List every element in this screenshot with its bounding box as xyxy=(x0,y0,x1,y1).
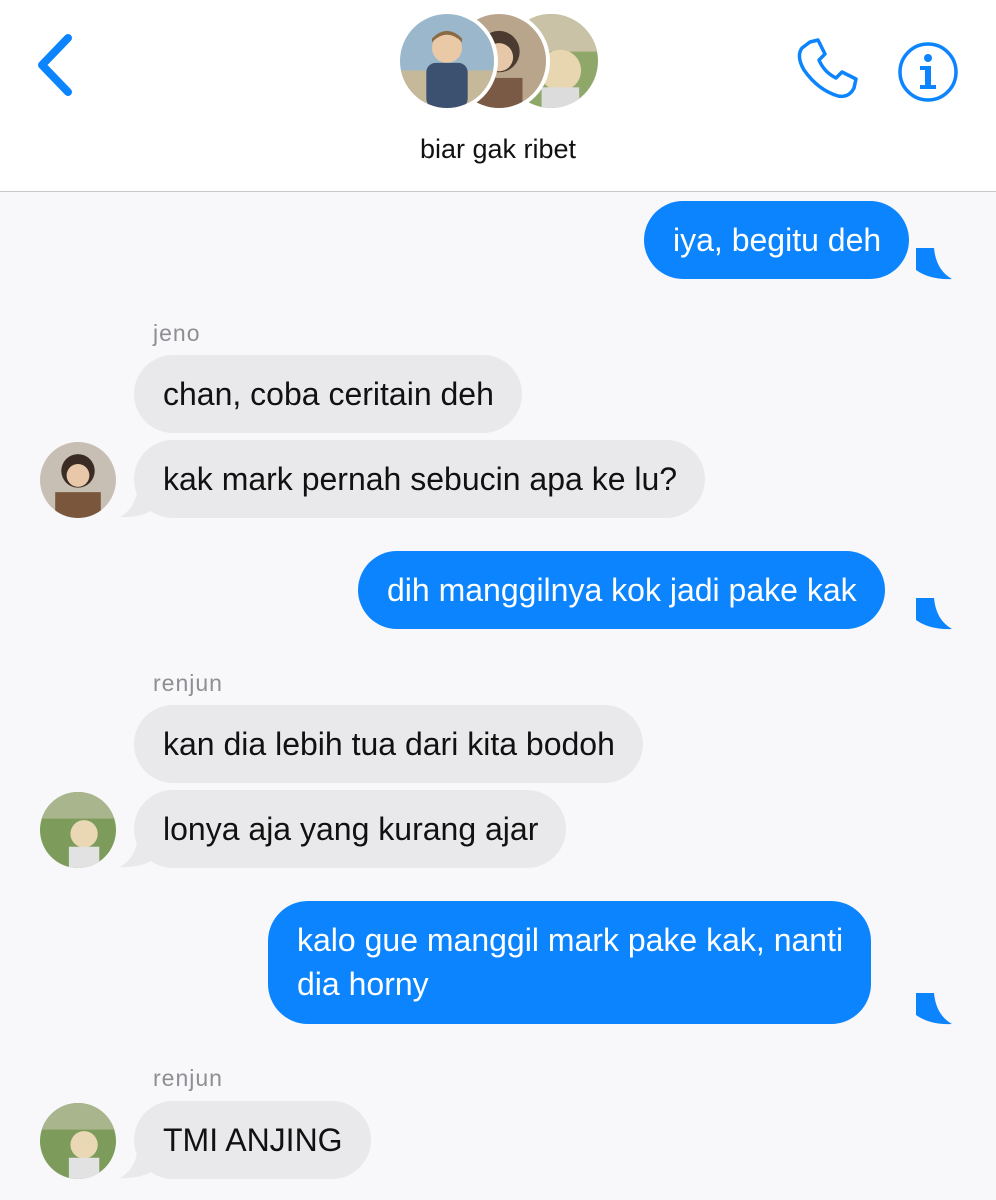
phone-icon xyxy=(797,38,858,99)
bubble-tail xyxy=(120,836,156,868)
bubble-tail xyxy=(916,993,952,1025)
sender-name: renjun xyxy=(153,1065,223,1091)
incoming-message[interactable]: kan dia lebih tua dari kita bodoh xyxy=(134,705,643,783)
avatar-jeno[interactable] xyxy=(40,442,116,518)
bubble-tail xyxy=(916,598,952,630)
outgoing-message[interactable]: dih manggilnya kok jadi pake kak xyxy=(358,551,885,629)
outgoing-message[interactable]: kalo gue manggil mark pake kak, nanti di… xyxy=(268,901,872,1024)
outgoing-message[interactable]: iya, begitu deh xyxy=(644,201,910,279)
sender-name: jeno xyxy=(153,320,201,346)
incoming-message[interactable]: chan, coba ceritain deh xyxy=(134,355,522,433)
group-avatars[interactable] xyxy=(396,10,606,114)
message-text-line-1: kalo gue manggil mark pake kak, nanti xyxy=(297,922,844,958)
back-button[interactable] xyxy=(30,28,90,104)
message-text: dih manggilnya kok jadi pake kak xyxy=(387,572,857,608)
bubble-tail xyxy=(120,486,156,518)
message-text: chan, coba ceritain deh xyxy=(163,376,494,412)
message-text: lonya aja yang kurang ajar xyxy=(163,811,539,847)
chat-header: biar gak ribet xyxy=(0,0,996,192)
avatar-renjun[interactable] xyxy=(40,792,116,868)
message-text-line-2: dia horny xyxy=(297,966,429,1002)
info-button[interactable] xyxy=(896,40,960,104)
bubble-tail xyxy=(916,248,952,280)
bubble-tail xyxy=(120,1147,156,1179)
message-text: kak mark pernah sebucin apa ke lu? xyxy=(163,461,678,497)
message-text: kan dia lebih tua dari kita bodoh xyxy=(163,726,615,762)
incoming-message[interactable]: kak mark pernah sebucin apa ke lu? xyxy=(134,440,706,518)
avatar-renjun[interactable] xyxy=(40,1103,116,1179)
chevron-left-icon xyxy=(38,34,72,96)
call-button[interactable] xyxy=(794,36,860,102)
message-text: iya, begitu deh xyxy=(673,222,882,258)
incoming-message[interactable]: lonya aja yang kurang ajar xyxy=(134,790,567,868)
group-title[interactable]: biar gak ribet xyxy=(0,134,996,165)
message-text: TMI ANJING xyxy=(163,1122,343,1158)
incoming-message[interactable]: TMI ANJING xyxy=(134,1101,371,1179)
sender-name: renjun xyxy=(153,670,223,696)
group-avatar-1 xyxy=(396,10,498,112)
info-icon xyxy=(898,42,958,102)
